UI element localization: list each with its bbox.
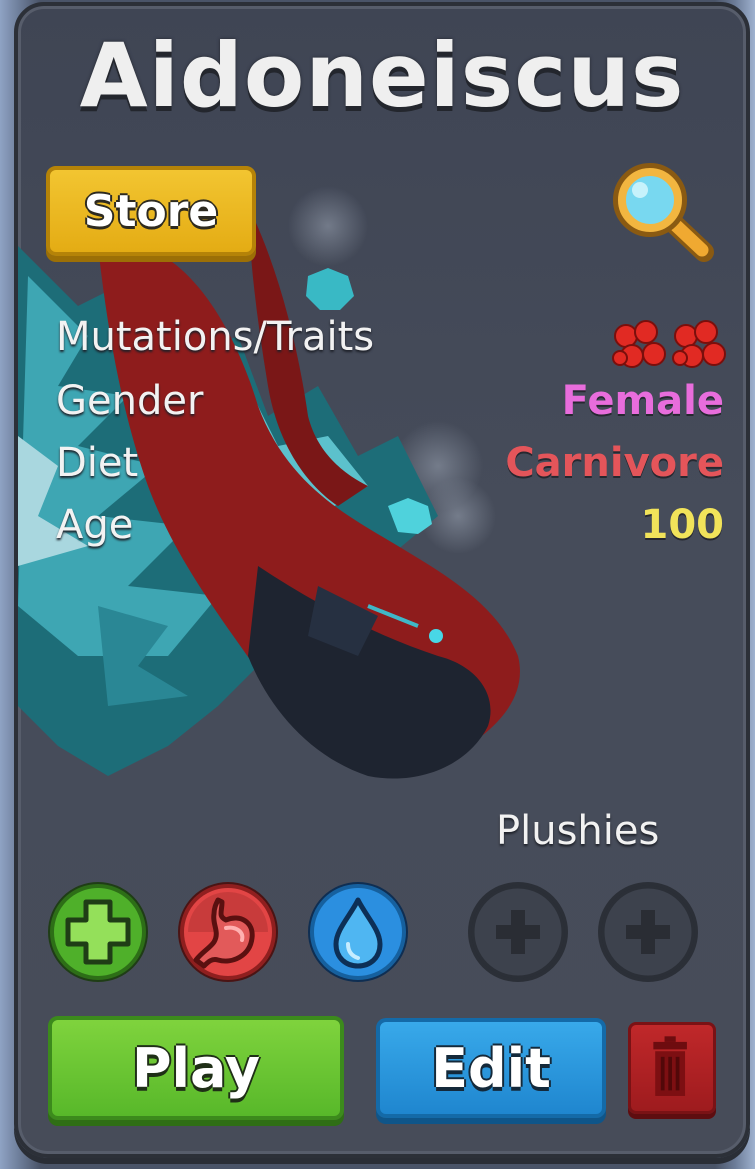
red-cell-trait-icon[interactable] xyxy=(612,318,730,374)
edit-button[interactable]: Edit xyxy=(376,1018,606,1118)
gender-label: Gender xyxy=(56,378,204,424)
gender-value: Female xyxy=(561,378,724,424)
heal-button[interactable] xyxy=(44,878,152,986)
age-value: 100 xyxy=(640,502,725,548)
diet-value: Carnivore xyxy=(505,440,724,486)
plushies-label: Plushies xyxy=(496,808,660,854)
diet-label: Diet xyxy=(56,440,139,486)
creature-card: Aidoneiscus Store Mutations/Traits Gende… xyxy=(14,2,750,1158)
magnifier-icon[interactable] xyxy=(606,156,716,266)
age-label: Age xyxy=(56,502,134,548)
creature-name: Aidoneiscus xyxy=(79,24,685,127)
hunger-button[interactable] xyxy=(174,878,282,986)
delete-button[interactable] xyxy=(628,1022,716,1114)
store-button[interactable]: Store xyxy=(46,166,256,256)
mutations-traits-label: Mutations/Traits xyxy=(56,314,375,360)
thirst-button[interactable] xyxy=(304,878,412,986)
plushie-slot-2[interactable] xyxy=(594,878,702,986)
play-button[interactable]: Play xyxy=(48,1016,344,1120)
trash-icon xyxy=(653,1036,687,1096)
plushie-slot-1[interactable] xyxy=(464,878,572,986)
